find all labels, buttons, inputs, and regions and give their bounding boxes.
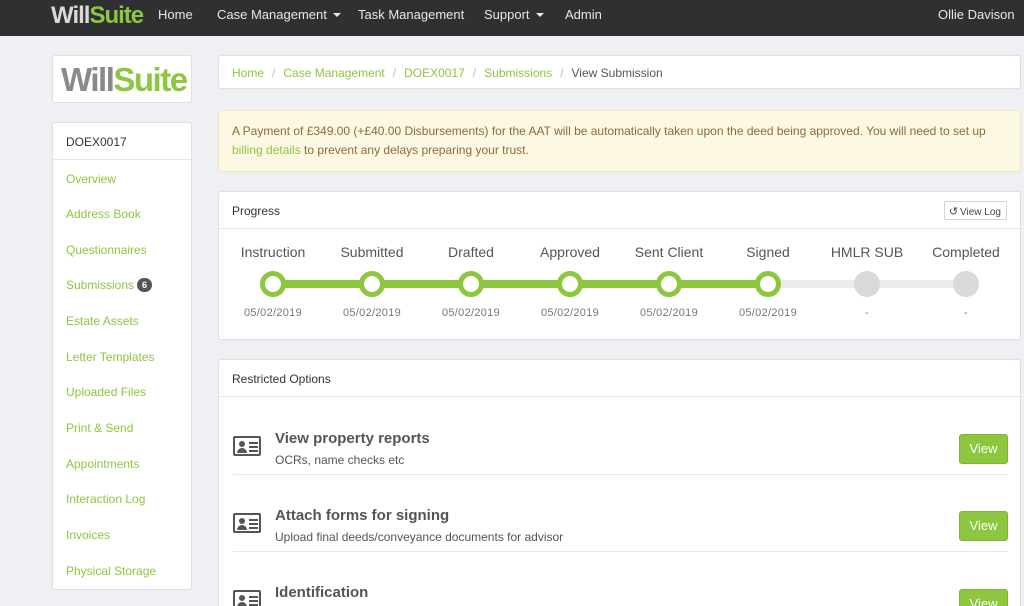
stage-node-complete [458, 271, 484, 297]
billing-details-link[interactable]: billing details [232, 143, 301, 157]
stage-node-complete [359, 271, 385, 297]
nav-task-management[interactable]: Task Management [358, 8, 464, 22]
attach-forms-button[interactable]: View [959, 511, 1008, 541]
stage-label: Signed [746, 244, 790, 260]
option-title: Identification [275, 584, 369, 601]
sidebar-item-print-send[interactable]: Print & Send [66, 421, 133, 435]
stage-date: - [964, 307, 968, 319]
sidebar-item-overview[interactable]: Overview [66, 172, 116, 186]
progress-track-complete [273, 280, 769, 288]
stage-label: Instruction [240, 244, 306, 260]
nav-user-menu[interactable]: Ollie Davison [938, 8, 1015, 22]
stage-label: Drafted [448, 244, 494, 260]
sidebar-item-estate-assets[interactable]: Estate Assets [66, 314, 139, 328]
sidebar-item-submissions[interactable]: Submissions 6 [66, 278, 153, 292]
progress-panel: Progress ↺ View Log Instruction Submitted… [218, 191, 1021, 340]
stage-node-complete [260, 271, 286, 297]
view-log-button[interactable]: ↺ View Log [943, 201, 1007, 220]
stage-date: 05/02/2019 [441, 307, 501, 319]
case-reference: DOEX0017 [53, 123, 191, 160]
nav-support[interactable]: Support [484, 8, 544, 22]
breadcrumb: Home / Case Management / DOEX0017/Submission… [218, 55, 1021, 89]
view-property-reports-button[interactable]: View [959, 434, 1008, 464]
stage-date: 05/02/2019 [243, 307, 303, 319]
sidebar-menu: DOEX0017 Overview Address Book Questionn… [52, 122, 192, 590]
stage-date: 05/02/2019 [342, 307, 402, 319]
stage-date: 05/02/2019 [738, 307, 798, 319]
nav-logo[interactable]: WillSuite [51, 2, 144, 30]
history-icon: ↺ [948, 206, 959, 218]
sidebar-item-appointments[interactable]: Appointments [66, 457, 139, 471]
stage-date: - [865, 307, 869, 319]
option-title: View property reports [275, 430, 430, 447]
breadcrumb-submissions[interactable]: Submissions [484, 66, 552, 80]
caret-down-icon [535, 13, 544, 17]
progress-title: Progress [232, 204, 281, 218]
sidebar-item-invoices[interactable]: Invoices [66, 528, 110, 542]
nav-home[interactable]: Home [158, 8, 193, 22]
nav-case-management[interactable]: Case Management [217, 8, 341, 22]
breadcrumb-case-ref[interactable]: DOEX0017 [404, 66, 465, 80]
submissions-count-badge: 6 [137, 278, 153, 292]
stage-label: Approved [540, 244, 600, 260]
option-subtitle: OCRs, name checks etc [275, 453, 405, 467]
sidebar-logo-box: WillSuite [52, 55, 192, 103]
stage-node-pending [854, 271, 880, 297]
stage-date: 05/02/2019 [639, 307, 699, 319]
stage-node-complete [656, 271, 682, 297]
sidebar-item-physical-storage[interactable]: Physical Storage [66, 564, 156, 578]
sidebar-item-address-book[interactable]: Address Book [66, 207, 141, 221]
nav-admin[interactable]: Admin [565, 8, 602, 22]
breadcrumb-current: View Submission [571, 66, 663, 80]
sidebar-item-questionnaires[interactable]: Questionnaires [66, 243, 147, 257]
option-subtitle: Upload final deeds/conveyance documents … [275, 530, 564, 544]
stage-label: HMLR SUB [830, 244, 904, 260]
restricted-options-panel: Restricted Options View property reports… [218, 359, 1021, 606]
stage-label: Sent Client [634, 244, 704, 260]
id-card-icon [233, 590, 261, 606]
stage-node-pending [953, 271, 979, 297]
id-card-icon [233, 436, 261, 456]
sidebar-item-uploaded-files[interactable]: Uploaded Files [66, 385, 146, 399]
option-title: Attach forms for signing [275, 507, 450, 524]
option-row: Identification View [233, 552, 1008, 606]
stage-label: Completed [932, 244, 1000, 260]
id-card-icon [233, 513, 261, 533]
stage-label: Submitted [340, 244, 404, 260]
breadcrumb-case-management[interactable]: Case Management [283, 66, 384, 80]
sidebar-item-interaction-log[interactable]: Interaction Log [66, 492, 145, 506]
top-navbar: WillSuite Home Case Management Task Mana… [0, 0, 1024, 36]
restricted-options-title: Restricted Options [232, 372, 331, 386]
sidebar-item-letter-templates[interactable]: Letter Templates [66, 350, 155, 364]
option-row: View property reports OCRs, name checks … [233, 398, 1008, 475]
payment-alert: A Payment of £349.00 (+£40.00 Disburseme… [218, 110, 1021, 172]
option-row: Attach forms for signing Upload final de… [233, 475, 1008, 552]
caret-down-icon [332, 13, 341, 17]
identification-view-button[interactable]: View [959, 589, 1008, 606]
breadcrumb-home[interactable]: Home [232, 66, 264, 80]
stage-date: 05/02/2019 [540, 307, 600, 319]
stage-node-complete [755, 271, 781, 297]
stage-node-complete [557, 271, 583, 297]
sidebar-logo: WillSuite [61, 61, 188, 98]
